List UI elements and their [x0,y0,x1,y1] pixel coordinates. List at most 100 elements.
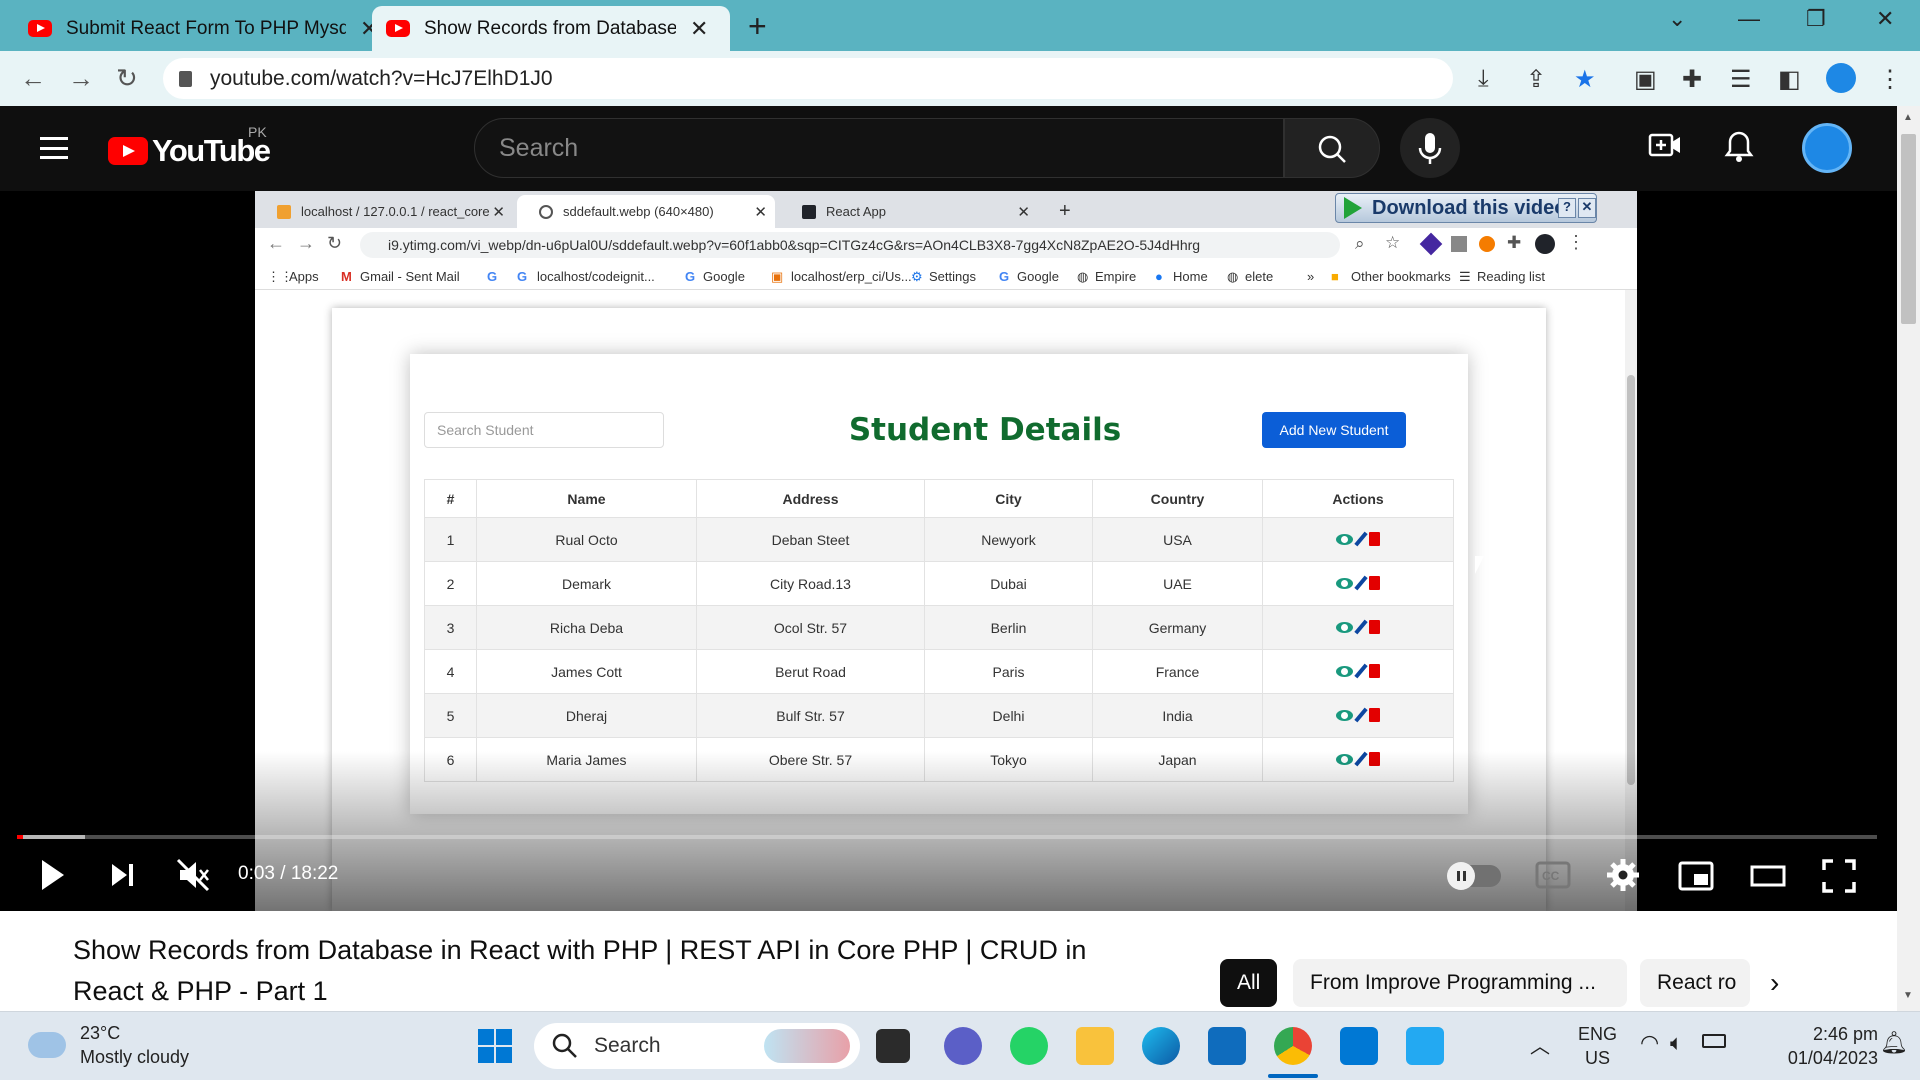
miniplayer-icon [1678,861,1714,891]
restore-icon[interactable]: ❐ [1806,6,1826,32]
task-view-icon[interactable] [876,1029,910,1063]
actions-cell [1262,517,1454,562]
weather-widget[interactable]: 23°C Mostly cloudy [28,1021,189,1069]
extension-icon [1451,236,1467,252]
tab-search-chevron-icon[interactable]: ⌄ [1668,6,1686,32]
hamburger-menu-icon[interactable] [40,137,68,159]
chrome-icon[interactable] [1274,1027,1312,1065]
weather-desc: Mostly cloudy [80,1047,190,1067]
media-control-icon[interactable]: ☰ [1730,65,1752,94]
page-scrollbar[interactable]: ▲ ▼ [1897,106,1920,1011]
remote-desktop-icon[interactable] [1340,1027,1378,1065]
profile-avatar[interactable] [1826,63,1856,93]
extensions-puzzle-icon[interactable]: ✚ [1682,65,1702,94]
install-app-icon[interactable]: ⤓ [1478,65,1489,93]
create-video-icon[interactable] [1648,130,1682,168]
download-video-button[interactable]: Download this video ? ✕ [1335,193,1597,223]
miniplayer-button[interactable] [1678,861,1714,896]
chevron-right-icon[interactable]: › [1770,967,1779,999]
notifications-bell-icon[interactable] [1724,130,1754,170]
microsoft-store-icon[interactable] [1208,1027,1246,1065]
next-video-button[interactable] [108,856,138,899]
youtube-favicon-icon [386,20,410,37]
svg-text:CC: CC [1542,869,1560,883]
theater-mode-button[interactable] [1750,865,1786,892]
video-url: i9.ytimg.com/vi_webp/dn-u6pUal0U/sddefau… [360,232,1340,258]
new-tab-button[interactable]: + [748,8,767,45]
bookmark-star-icon[interactable]: ★ [1574,65,1596,94]
youtube-search-button[interactable] [1284,118,1380,178]
table-cell: France [1092,649,1263,694]
teams-chat-icon[interactable] [944,1027,982,1065]
edge-browser-icon[interactable] [1142,1027,1180,1065]
extension-icon [1479,236,1495,252]
autoplay-toggle[interactable] [1447,862,1501,890]
windows-start-icon[interactable] [476,1027,514,1065]
youtube-logo[interactable]: YouTube [108,133,271,169]
share-icon[interactable]: ⇪ [1526,65,1546,94]
address-bar[interactable]: youtube.com/watch?v=HcJ7ElhD1J0 [163,58,1453,99]
scroll-down-icon[interactable]: ▼ [1903,990,1913,1001]
table-row: 5 Dheraj Bulf Str. 57 Delhi India [424,693,1454,738]
chevron-up-icon[interactable]: ︿ [1530,1030,1550,1059]
whatsapp-icon[interactable] [1010,1027,1048,1065]
progress-bar[interactable] [17,835,1877,839]
played-bar [17,835,23,839]
back-arrow-icon[interactable]: ← [20,63,46,94]
selenium-extension-icon[interactable]: ▣ [1634,65,1657,94]
chip-react[interactable]: React ro [1640,959,1750,1007]
close-icon: ✕ [492,203,505,221]
back-arrow-icon: ← [267,233,285,253]
browser-tab-show-records[interactable]: Show Records from Database in React ✕ [372,6,730,51]
chip-all[interactable]: All [1220,959,1278,1007]
browser-tab-submit-react-form[interactable]: Submit React Form To PHP Mysql ✕ [14,6,392,51]
table-cell: Rual Octo [476,517,697,562]
chip-from-channel[interactable]: From Improve Programming ... [1293,959,1627,1007]
forward-arrow-icon[interactable]: → [68,63,94,94]
scroll-up-icon[interactable]: ▲ [1903,112,1913,123]
language-indicator[interactable]: ENG US [1578,1022,1617,1070]
edit-pencil-icon [1354,707,1368,723]
weather-temp: 23°C [80,1023,121,1043]
vscode-icon[interactable] [1406,1027,1444,1065]
side-panel-icon[interactable]: ◧ [1778,65,1801,94]
table-cell: Richa Deba [476,605,697,650]
mute-button[interactable] [176,856,212,899]
wifi-icon[interactable]: ◠ [1640,1030,1659,1056]
view-eye-icon [1336,621,1353,633]
settings-button[interactable] [1606,858,1640,897]
minimize-icon[interactable]: — [1738,6,1760,32]
bookmark-apps: Apps [289,269,319,284]
scrollbar-thumb[interactable] [1901,134,1916,324]
play-button[interactable] [38,856,68,899]
notification-bell-icon[interactable]: 🔔︎ [1880,1030,1908,1056]
table-cell: City Road.13 [696,561,925,606]
table-cell: Newyork [924,517,1093,562]
delete-trash-icon [1369,708,1380,723]
react-icon [802,204,816,219]
close-tab-icon[interactable]: ✕ [690,16,708,42]
close-window-icon[interactable]: ✕ [1876,6,1894,32]
subtitles-button[interactable]: CC [1535,861,1571,894]
volume-icon[interactable]: 🔈︎ [1670,1030,1683,1056]
file-explorer-icon[interactable] [1076,1027,1114,1065]
menu-kebab-icon[interactable]: ⋮ [1878,65,1902,94]
table-cell: Ocol Str. 57 [696,605,925,650]
close-icon[interactable]: ✕ [1578,198,1596,218]
battery-icon[interactable] [1702,1034,1726,1048]
browser-tab-bar: Submit React Form To PHP Mysql ✕ Show Re… [0,0,1920,51]
user-avatar[interactable] [1802,123,1852,173]
fullscreen-button[interactable] [1822,859,1856,898]
youtube-favicon-icon [28,20,52,37]
settings-gear-icon: ⚙ [911,269,923,284]
help-icon[interactable]: ? [1558,198,1576,218]
reload-icon[interactable]: ↻ [116,63,138,94]
video-player[interactable]: localhost / 127.0.0.1 / react_core ✕ sdd… [0,191,1897,911]
voice-search-button[interactable] [1400,118,1460,178]
star-icon: ☆ [1385,233,1401,252]
table-cell: Berut Road [696,649,925,694]
actions-cell [1262,649,1454,694]
clock[interactable]: 2:46 pm 01/04/2023 [1758,1022,1878,1070]
taskbar-search[interactable]: Search [534,1023,860,1069]
youtube-search-input[interactable]: Search [474,118,1284,178]
